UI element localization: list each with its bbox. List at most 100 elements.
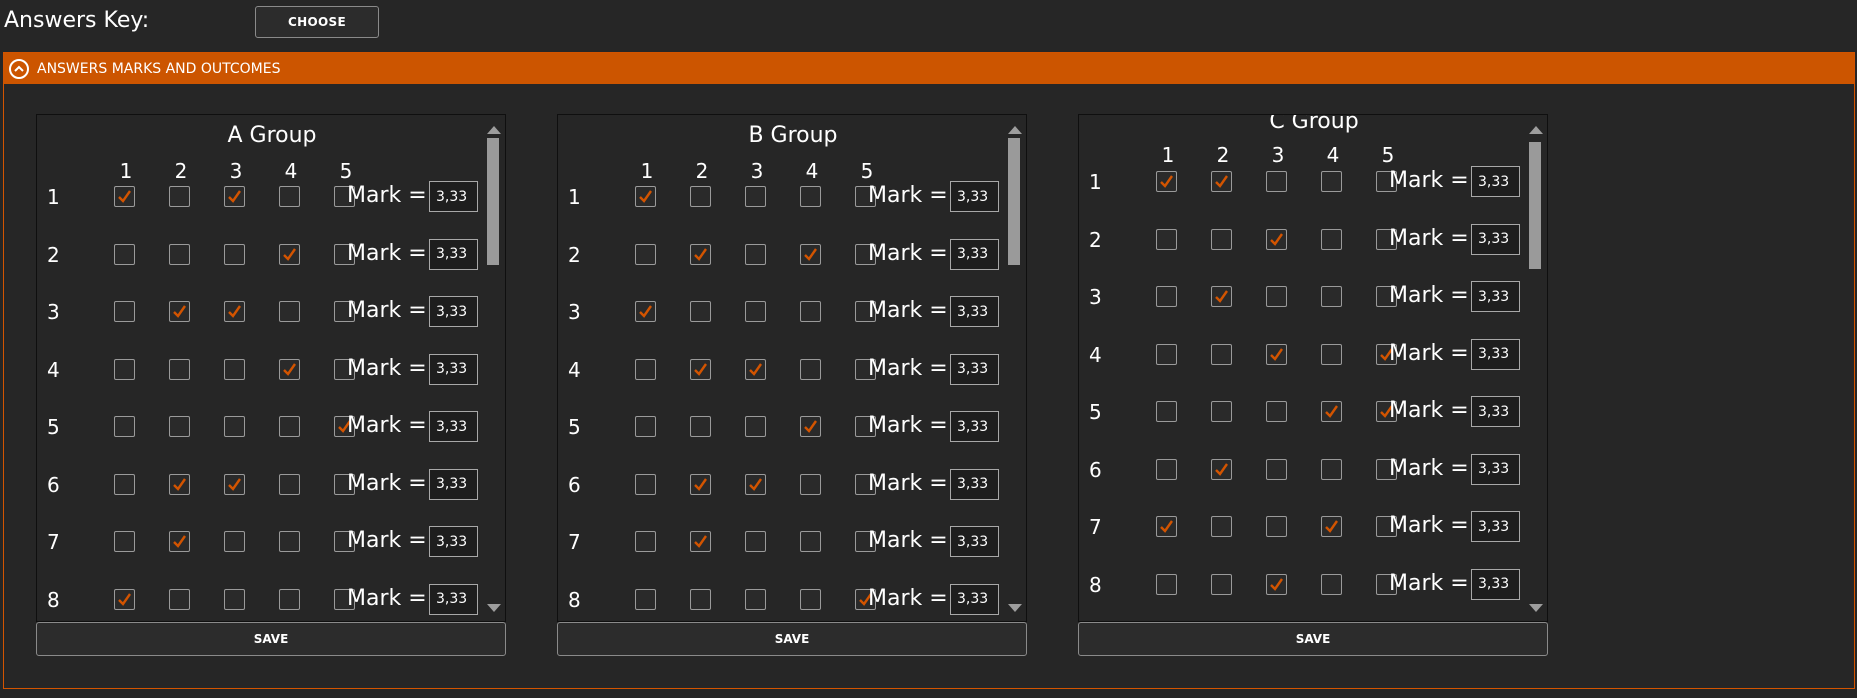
answer-checkbox-q8-opt2[interactable] xyxy=(1211,573,1232,595)
answer-checkbox-q7-opt1[interactable] xyxy=(1156,516,1177,537)
mark-input[interactable] xyxy=(950,583,999,615)
mark-input[interactable] xyxy=(950,181,999,212)
mark-input[interactable] xyxy=(1471,453,1520,485)
answer-checkbox-q3-opt2[interactable] xyxy=(690,301,711,322)
answer-checkbox-q1-opt1[interactable] xyxy=(114,186,135,207)
answer-checkbox-q4-opt4[interactable] xyxy=(800,358,821,380)
answer-checkbox-q6-opt3[interactable] xyxy=(1266,458,1287,480)
answer-checkbox-q4-opt3[interactable] xyxy=(745,358,766,380)
answer-checkbox-q2-opt4[interactable] xyxy=(800,243,821,265)
answer-checkbox-q8-opt1[interactable] xyxy=(1156,573,1177,595)
choose-button[interactable]: CHOOSE xyxy=(255,6,379,38)
answer-checkbox-q5-opt4[interactable] xyxy=(800,416,821,437)
answer-checkbox-q3-opt3[interactable] xyxy=(745,301,766,322)
answer-checkbox-q4-opt1[interactable] xyxy=(635,358,656,380)
answer-checkbox-q8-opt3[interactable] xyxy=(1266,573,1287,595)
mark-input[interactable] xyxy=(429,296,478,327)
answer-checkbox-q7-opt3[interactable] xyxy=(224,531,245,552)
scroll-thumb[interactable] xyxy=(487,138,499,265)
mark-input[interactable] xyxy=(1471,166,1520,197)
answer-checkbox-q2-opt1[interactable] xyxy=(114,243,135,265)
mark-input[interactable] xyxy=(950,411,999,442)
answer-checkbox-q1-opt1[interactable] xyxy=(635,186,656,207)
answer-checkbox-q7-opt4[interactable] xyxy=(800,531,821,552)
answer-checkbox-q5-opt3[interactable] xyxy=(1266,401,1287,422)
mark-input[interactable] xyxy=(950,468,999,500)
mark-input[interactable] xyxy=(429,468,478,500)
answer-checkbox-q7-opt3[interactable] xyxy=(745,531,766,552)
answer-checkbox-q7-opt3[interactable] xyxy=(1266,516,1287,537)
mark-input[interactable] xyxy=(1471,396,1520,427)
mark-input[interactable] xyxy=(1471,568,1520,600)
answer-checkbox-q1-opt4[interactable] xyxy=(279,186,300,207)
answer-checkbox-q4-opt1[interactable] xyxy=(1156,343,1177,365)
mark-input[interactable] xyxy=(429,411,478,442)
answer-checkbox-q8-opt3[interactable] xyxy=(224,588,245,610)
answer-checkbox-q2-opt2[interactable] xyxy=(169,243,190,265)
answer-checkbox-q5-opt2[interactable] xyxy=(169,416,190,437)
answer-checkbox-q3-opt1[interactable] xyxy=(114,301,135,322)
scroll-down-arrow-icon[interactable] xyxy=(1008,604,1022,612)
answer-checkbox-q5-opt3[interactable] xyxy=(224,416,245,437)
save-button-c[interactable]: SAVE xyxy=(1078,622,1548,656)
mark-input[interactable] xyxy=(950,238,999,270)
mark-input[interactable] xyxy=(429,526,478,557)
mark-input[interactable] xyxy=(429,181,478,212)
answer-checkbox-q5-opt4[interactable] xyxy=(279,416,300,437)
answer-checkbox-q2-opt4[interactable] xyxy=(279,243,300,265)
scroll-down-arrow-icon[interactable] xyxy=(487,604,501,612)
scroll-down-arrow-icon[interactable] xyxy=(1529,604,1543,612)
scroll-up-arrow-icon[interactable] xyxy=(1529,126,1543,134)
answer-checkbox-q4-opt4[interactable] xyxy=(279,358,300,380)
answer-checkbox-q1-opt1[interactable] xyxy=(1156,171,1177,192)
answer-checkbox-q2-opt1[interactable] xyxy=(635,243,656,265)
answer-checkbox-q1-opt2[interactable] xyxy=(169,186,190,207)
group-scroll-viewer[interactable]: B Group 1 2 3 4 5 1 Mark = 2 Mark = 3 Mark = 4 Mark =… xyxy=(557,114,1027,622)
scroll-thumb[interactable] xyxy=(1008,138,1020,265)
save-button-b[interactable]: SAVE xyxy=(557,622,1027,656)
answer-checkbox-q5-opt1[interactable] xyxy=(1156,401,1177,422)
mark-input[interactable] xyxy=(429,238,478,270)
mark-input[interactable] xyxy=(429,353,478,385)
answer-checkbox-q8-opt2[interactable] xyxy=(690,588,711,610)
answer-checkbox-q7-opt1[interactable] xyxy=(114,531,135,552)
answer-checkbox-q7-opt4[interactable] xyxy=(279,531,300,552)
vertical-scrollbar[interactable] xyxy=(482,114,504,622)
answer-checkbox-q8-opt4[interactable] xyxy=(800,588,821,610)
save-button-a[interactable]: SAVE xyxy=(36,622,506,656)
answer-checkbox-q7-opt2[interactable] xyxy=(169,531,190,552)
scroll-up-arrow-icon[interactable] xyxy=(487,126,501,134)
answer-checkbox-q6-opt2[interactable] xyxy=(1211,458,1232,480)
answer-checkbox-q3-opt4[interactable] xyxy=(279,301,300,322)
answer-checkbox-q3-opt1[interactable] xyxy=(635,301,656,322)
answer-checkbox-q3-opt4[interactable] xyxy=(800,301,821,322)
answer-checkbox-q6-opt1[interactable] xyxy=(114,473,135,495)
answer-checkbox-q6-opt3[interactable] xyxy=(224,473,245,495)
answer-checkbox-q7-opt2[interactable] xyxy=(1211,516,1232,537)
answer-checkbox-q7-opt1[interactable] xyxy=(635,531,656,552)
answer-checkbox-q1-opt3[interactable] xyxy=(224,186,245,207)
mark-input[interactable] xyxy=(950,353,999,385)
answer-checkbox-q2-opt1[interactable] xyxy=(1156,228,1177,250)
answer-checkbox-q4-opt1[interactable] xyxy=(114,358,135,380)
answer-checkbox-q1-opt4[interactable] xyxy=(1321,171,1342,192)
answer-checkbox-q3-opt4[interactable] xyxy=(1321,286,1342,307)
answer-checkbox-q6-opt4[interactable] xyxy=(279,473,300,495)
answer-checkbox-q1-opt3[interactable] xyxy=(1266,171,1287,192)
answer-checkbox-q7-opt4[interactable] xyxy=(1321,516,1342,537)
vertical-scrollbar[interactable] xyxy=(1003,114,1025,622)
collapse-chevron-up-icon[interactable] xyxy=(9,58,29,79)
answer-checkbox-q3-opt2[interactable] xyxy=(1211,286,1232,307)
group-scroll-viewer[interactable]: A Group 1 2 3 4 5 1 Mark = 2 Mark = 3 Mark = 4 Mark =… xyxy=(36,114,506,622)
answer-checkbox-q5-opt4[interactable] xyxy=(1321,401,1342,422)
answer-checkbox-q5-opt2[interactable] xyxy=(1211,401,1232,422)
scroll-thumb[interactable] xyxy=(1529,142,1541,269)
answer-checkbox-q8-opt1[interactable] xyxy=(635,588,656,610)
mark-input[interactable] xyxy=(950,296,999,327)
answer-checkbox-q4-opt4[interactable] xyxy=(1321,343,1342,365)
answer-checkbox-q4-opt2[interactable] xyxy=(169,358,190,380)
answer-checkbox-q6-opt3[interactable] xyxy=(745,473,766,495)
answer-checkbox-q2-opt4[interactable] xyxy=(1321,228,1342,250)
answer-checkbox-q3-opt1[interactable] xyxy=(1156,286,1177,307)
answer-checkbox-q5-opt1[interactable] xyxy=(114,416,135,437)
